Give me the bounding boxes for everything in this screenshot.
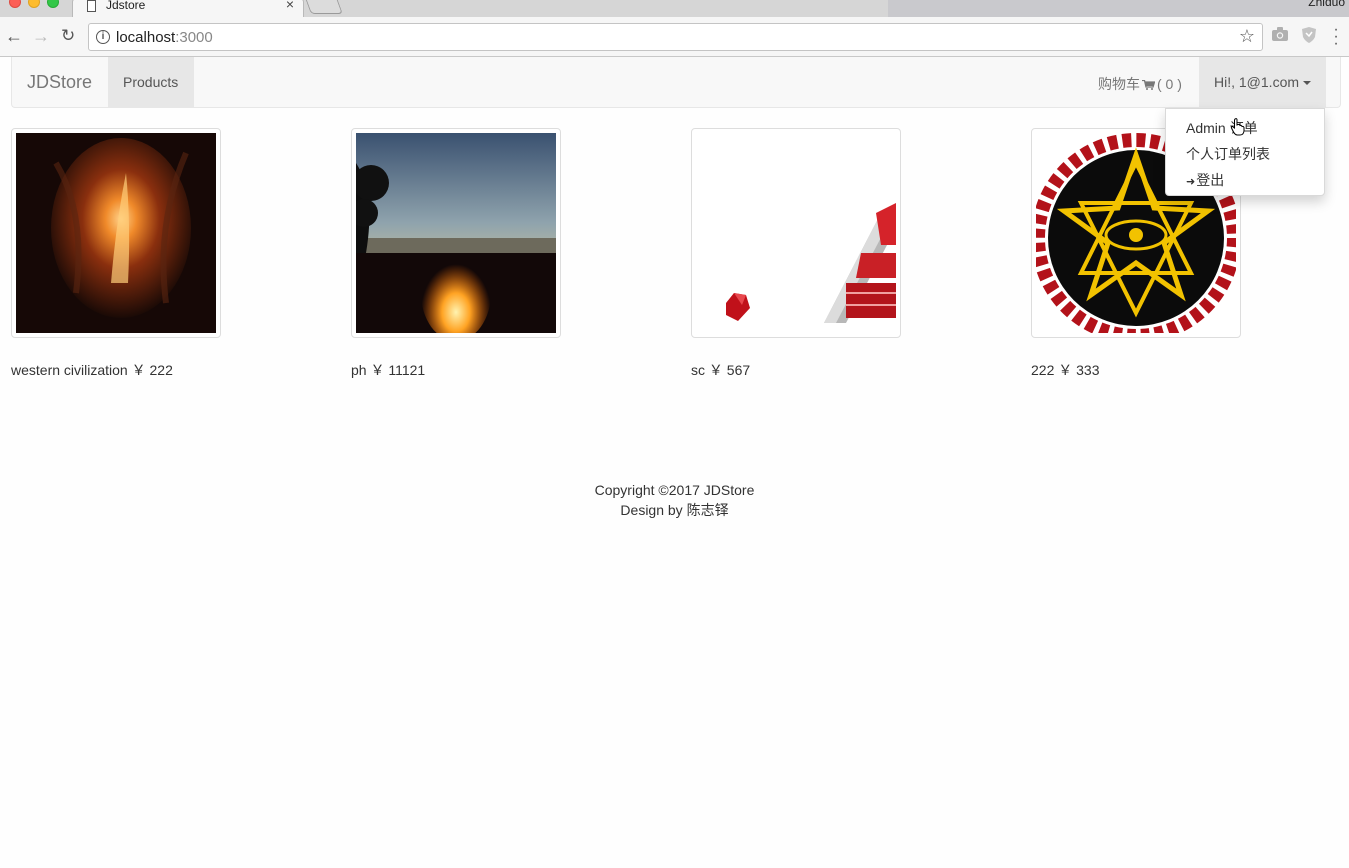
product-caption: 222 ￥ 333 — [1031, 360, 1100, 380]
page-footer: Copyright ©2017 JDStore Design by 陈志铎 — [0, 480, 1349, 520]
tab-title: Jdstore — [106, 0, 146, 12]
camera-icon[interactable] — [1272, 27, 1288, 46]
cart-label: 购物车 — [1098, 76, 1140, 92]
brand-link[interactable]: JDStore — [27, 72, 92, 93]
page-icon — [87, 0, 96, 12]
browser-toolbar: ← → ↻ i localhost:3000 ☆ · · · — [0, 17, 1349, 57]
hand-cursor-icon — [1230, 118, 1245, 136]
menu-item-my-orders[interactable]: 个人订单列表 — [1186, 144, 1270, 164]
profile-name[interactable]: Zhiduo — [1308, 0, 1345, 9]
product-caption: ph ￥ 11121 — [351, 360, 425, 380]
url-host: localhost — [116, 29, 176, 46]
minimize-window-button[interactable] — [28, 0, 40, 8]
bookmark-star-icon[interactable]: ☆ — [1239, 26, 1255, 47]
tabstrip-background — [888, 0, 1349, 17]
product-image — [16, 133, 216, 333]
product-image-link[interactable] — [691, 128, 901, 338]
product-price: ￥ 333 — [1058, 362, 1100, 378]
browser-tab[interactable]: Jdstore × — [72, 0, 304, 17]
product-image — [696, 133, 896, 333]
menu-item-logout[interactable]: ➜登出 — [1186, 170, 1224, 190]
close-window-button[interactable] — [9, 0, 21, 8]
info-icon[interactable]: i — [96, 30, 110, 44]
product-image — [356, 133, 556, 333]
product-price: ￥ 11121 — [370, 362, 426, 378]
product-name[interactable]: 222 — [1031, 362, 1054, 378]
address-bar[interactable]: i localhost:3000 ☆ — [88, 23, 1263, 51]
cart-count: ( 0 ) — [1157, 76, 1182, 92]
copyright-text: Copyright ©2017 JDStore — [594, 482, 755, 498]
designer-credit: Design by 陈志铎 — [620, 502, 729, 518]
url-text[interactable]: localhost:3000 — [116, 29, 213, 46]
site-navbar: JDStore Products 购物车 ( 0 ) Hi!, 1@1.com — [11, 57, 1341, 108]
caret-down-icon — [1303, 81, 1311, 85]
product-price: ￥ 567 — [708, 362, 751, 378]
shield-icon[interactable] — [1302, 27, 1316, 48]
user-label: Hi!, 1@1.com — [1214, 74, 1300, 90]
nav-products[interactable]: Products — [108, 57, 194, 107]
cart-link[interactable]: 购物车 ( 0 ) — [1098, 74, 1182, 94]
menu-item-admin-orders[interactable]: Admin 订单 — [1186, 118, 1258, 138]
browser-tabstrip: Jdstore × Zhiduo — [0, 0, 1349, 17]
user-dropdown-toggle[interactable]: Hi!, 1@1.com — [1199, 57, 1326, 107]
product-name[interactable]: western civilization — [11, 362, 128, 378]
sign-out-icon: ➜ — [1186, 176, 1196, 188]
url-port: :3000 — [175, 29, 213, 46]
product-image-link[interactable] — [351, 128, 561, 338]
back-icon[interactable]: ← — [5, 26, 23, 46]
forward-icon[interactable]: → — [32, 26, 50, 46]
new-tab-button[interactable] — [305, 0, 343, 14]
product-caption: western civilization ￥ 222 — [11, 360, 173, 380]
maximize-window-button[interactable] — [47, 0, 59, 8]
tab-close-button[interactable]: × — [286, 0, 294, 12]
product-caption: sc ￥ 567 — [691, 360, 750, 380]
product-price: ￥ 222 — [131, 362, 173, 378]
browser-menu-icon[interactable]: · · · — [1333, 22, 1339, 52]
product-name[interactable]: sc — [691, 362, 705, 378]
product-name[interactable]: ph — [351, 362, 367, 378]
logout-label: 登出 — [1196, 172, 1225, 188]
product-image-link[interactable] — [11, 128, 221, 338]
nav-products-label: Products — [123, 74, 179, 90]
reload-icon[interactable]: ↻ — [61, 26, 75, 46]
cart-icon — [1142, 80, 1155, 90]
